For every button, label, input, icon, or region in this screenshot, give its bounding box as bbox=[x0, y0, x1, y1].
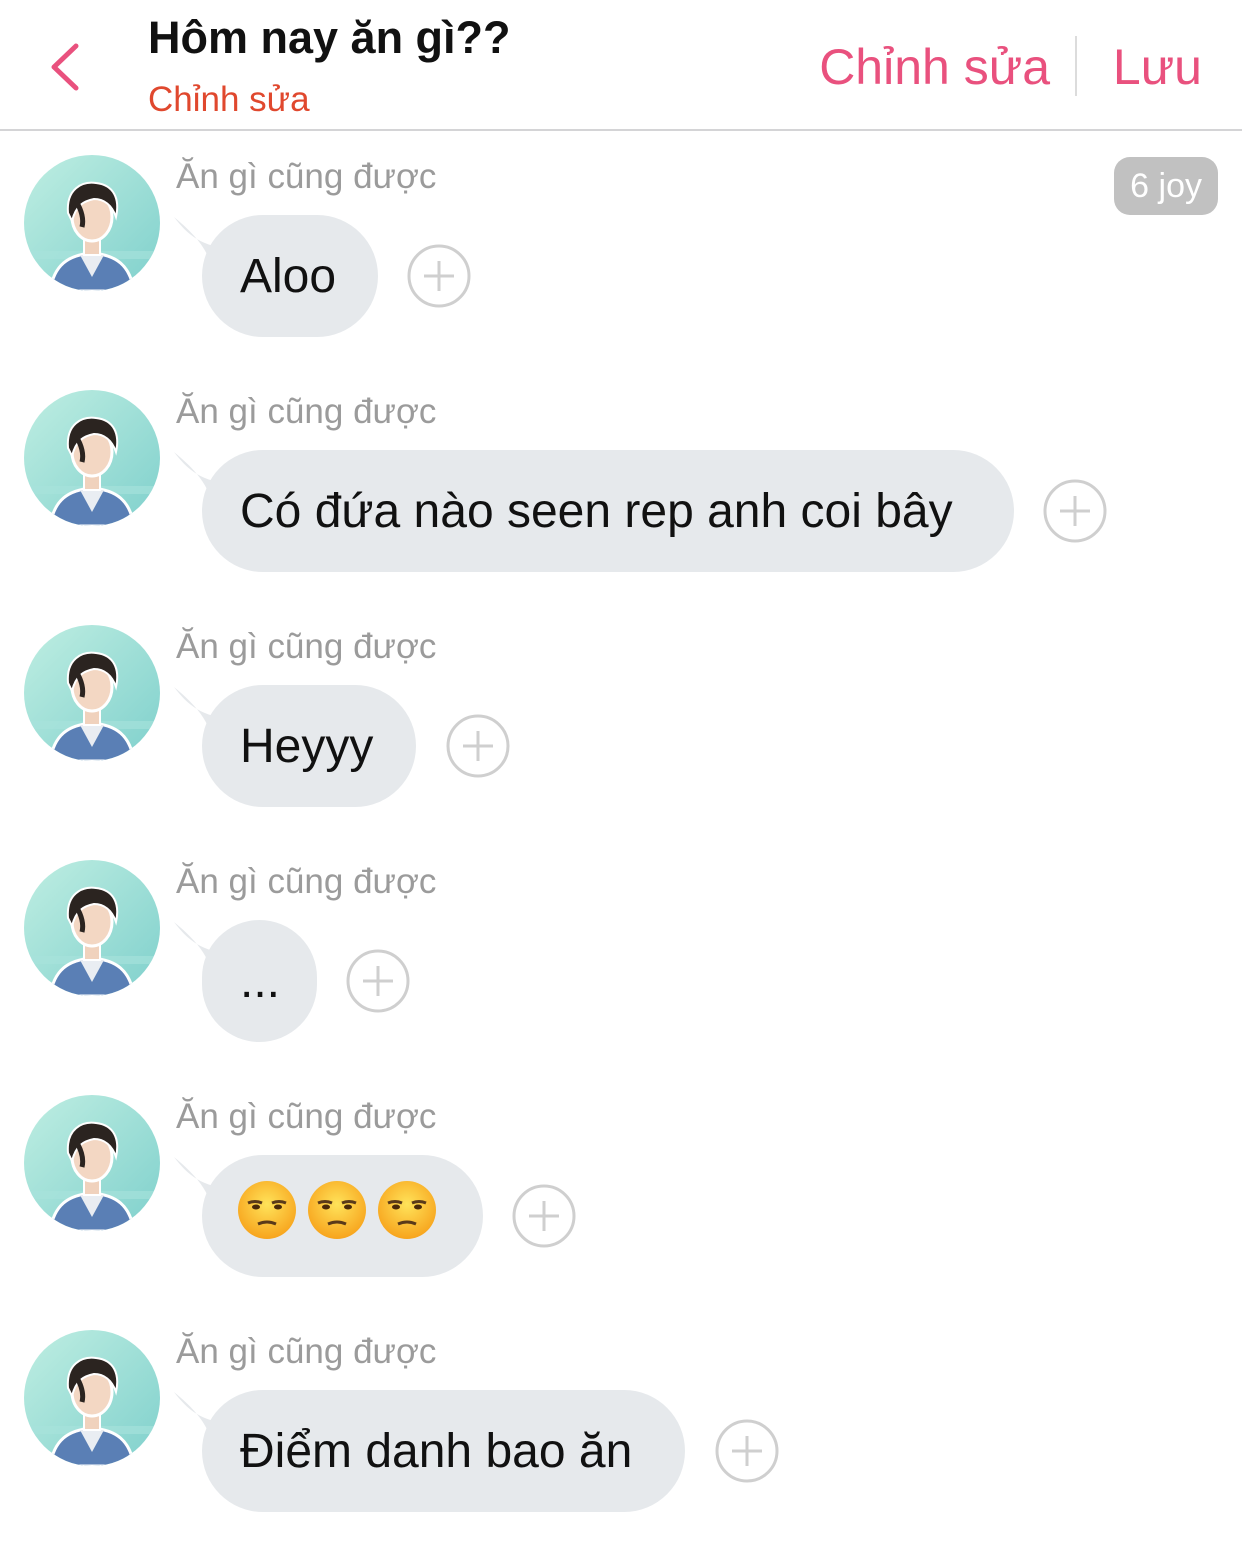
message-list: Ăn gì cũng được Aloo 6 joy Ăn gì cũng đư… bbox=[0, 131, 1242, 1562]
message-text: Điểm danh bao ăn bbox=[202, 1390, 685, 1512]
plus-circle-icon bbox=[407, 244, 471, 308]
plus-circle-icon bbox=[1043, 479, 1107, 543]
react-button[interactable] bbox=[407, 244, 471, 308]
react-button[interactable] bbox=[446, 714, 510, 778]
react-button[interactable] bbox=[715, 1419, 779, 1483]
message-row: Ăn gì cũng được Điểm danh bao ăn bbox=[0, 1306, 1242, 1536]
message-text: ... bbox=[202, 920, 317, 1042]
sender-name: Ăn gì cũng được bbox=[176, 627, 437, 666]
edit-button[interactable]: Chỉnh sửa bbox=[819, 38, 1050, 96]
message-row: Ăn gì cũng được Có đứa nào seen rep anh … bbox=[0, 366, 1242, 596]
plus-circle-icon bbox=[715, 1419, 779, 1483]
sender-name: Ăn gì cũng được bbox=[176, 157, 437, 196]
header-divider bbox=[1075, 36, 1077, 96]
unamused-face-icon bbox=[306, 1179, 368, 1253]
user-avatar[interactable] bbox=[24, 1330, 160, 1466]
message-row: Ăn gì cũng được Heyyy bbox=[0, 601, 1242, 831]
sender-name: Ăn gì cũng được bbox=[176, 1097, 437, 1136]
message-row: Ăn gì cũng được Aloo 6 joy bbox=[0, 131, 1242, 361]
save-button[interactable]: Lưu bbox=[1113, 38, 1202, 96]
user-avatar[interactable] bbox=[24, 1095, 160, 1231]
user-avatar[interactable] bbox=[24, 860, 160, 996]
plus-circle-icon bbox=[346, 949, 410, 1013]
react-button[interactable] bbox=[1043, 479, 1107, 543]
page-subtitle: Chỉnh sửa bbox=[148, 80, 310, 119]
joy-count-badge: 6 joy bbox=[1114, 157, 1218, 215]
user-avatar[interactable] bbox=[24, 390, 160, 526]
back-button[interactable] bbox=[40, 34, 100, 98]
plus-circle-icon bbox=[512, 1184, 576, 1248]
nav-header: Hôm nay ăn gì?? Chỉnh sửa Chỉnh sửa Lưu bbox=[0, 0, 1242, 131]
react-button[interactable] bbox=[512, 1184, 576, 1248]
unamused-face-icon bbox=[376, 1179, 438, 1253]
user-avatar[interactable] bbox=[24, 155, 160, 291]
message-text: Heyyy bbox=[202, 685, 416, 807]
react-button[interactable] bbox=[346, 949, 410, 1013]
message-emoji bbox=[202, 1155, 483, 1277]
message-text: Aloo bbox=[202, 215, 378, 337]
sender-name: Ăn gì cũng được bbox=[176, 1332, 437, 1371]
message-row: Ăn gì cũng được bbox=[0, 1071, 1242, 1301]
chevron-left-icon bbox=[40, 34, 100, 98]
page-title: Hôm nay ăn gì?? bbox=[148, 12, 511, 63]
sender-name: Ăn gì cũng được bbox=[176, 392, 437, 431]
message-row: Ăn gì cũng được ... bbox=[0, 836, 1242, 1066]
unamused-face-icon bbox=[236, 1179, 298, 1253]
plus-circle-icon bbox=[446, 714, 510, 778]
sender-name: Ăn gì cũng được bbox=[176, 862, 437, 901]
message-text: Có đứa nào seen rep anh coi bây bbox=[202, 450, 1014, 572]
user-avatar[interactable] bbox=[24, 625, 160, 761]
